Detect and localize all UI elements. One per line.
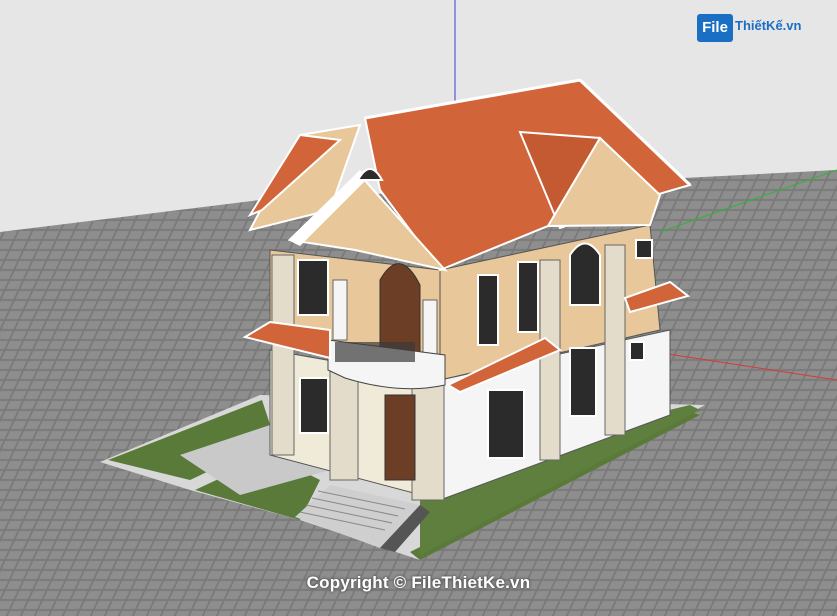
logo-text: ThiếtKế.vn	[735, 18, 802, 33]
pilaster	[271, 254, 295, 456]
window	[477, 274, 499, 346]
balcony-column	[422, 299, 438, 356]
copyright-watermark: Copyright © FileThietKe.vn	[306, 573, 531, 592]
pilaster	[539, 259, 561, 461]
front-door	[384, 394, 416, 481]
3d-model-viewport[interactable]	[0, 0, 837, 616]
logo-box: File	[697, 14, 733, 42]
arched-window	[569, 242, 601, 306]
balcony-column	[332, 279, 348, 341]
window	[299, 377, 329, 434]
window	[569, 347, 597, 417]
window	[297, 259, 329, 316]
balcony-railing	[335, 342, 415, 362]
window	[635, 239, 653, 259]
window	[517, 261, 539, 333]
window	[629, 341, 645, 361]
site-logo: File ThiếtKế.vn	[693, 10, 813, 42]
pilaster	[604, 244, 626, 436]
window	[487, 389, 525, 459]
